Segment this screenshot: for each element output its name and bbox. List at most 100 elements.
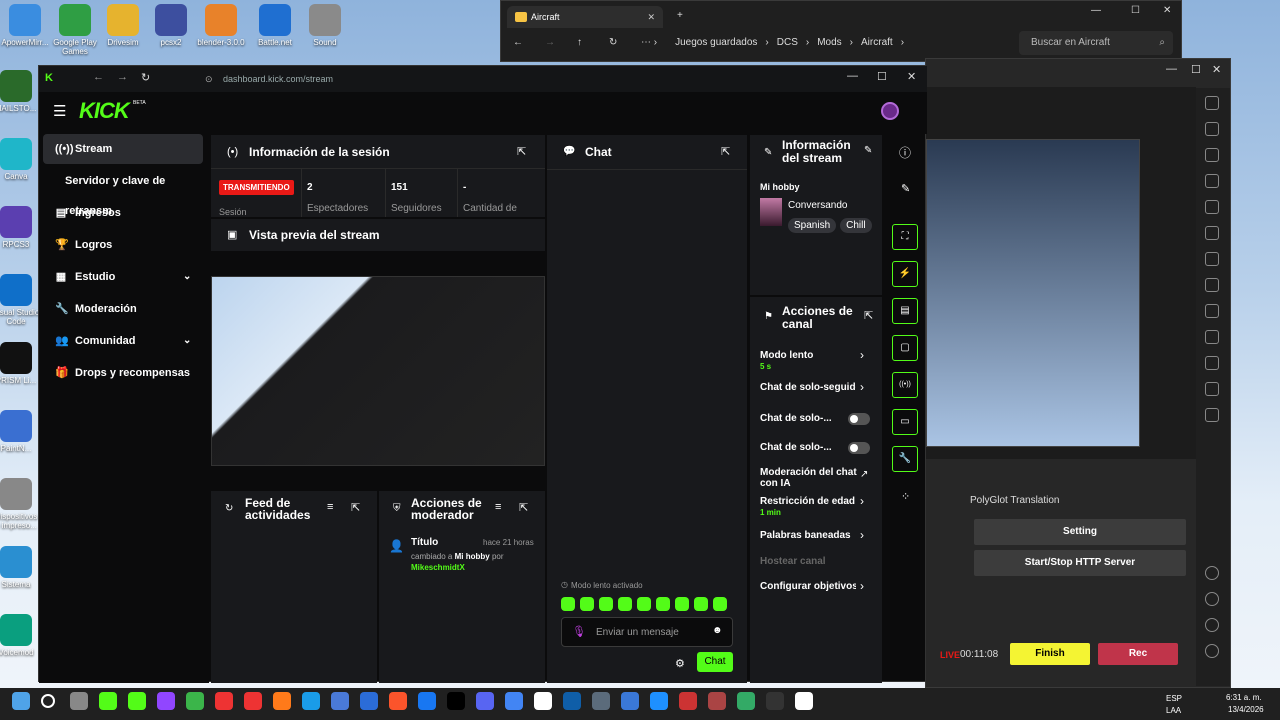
desktop-icon[interactable]: PRISM Li... [0, 342, 40, 385]
sidebar-item[interactable]: ((•)) Stream [43, 134, 203, 164]
toggle-switch[interactable] [848, 442, 870, 454]
desktop-icon[interactable]: Sound [295, 4, 355, 47]
maximize-icon[interactable]: ☐ [1131, 5, 1140, 16]
taskbar-app-icon[interactable] [360, 692, 378, 710]
finish-button[interactable]: Finish [1010, 643, 1090, 665]
reload-icon[interactable]: ↻ [141, 71, 150, 84]
heart-icon[interactable] [1205, 330, 1219, 344]
desktop-icon[interactable]: Voicemod [0, 614, 40, 657]
edit-icon[interactable]: ✎ [901, 182, 910, 195]
taskbar-app-icon[interactable] [128, 692, 146, 710]
chat-input[interactable]: 🎙 Enviar un mensaje ☻ [561, 617, 733, 647]
taskbar-app-icon[interactable] [621, 692, 639, 710]
channel-action-item[interactable]: Chat de solo-seguido › [760, 380, 878, 404]
taskbar-app-icon[interactable] [302, 692, 320, 710]
plugin-icon[interactable] [1205, 252, 1219, 266]
sidebar-item[interactable]: 🎁 Drops y recompensas [43, 358, 203, 388]
emote-icon[interactable] [694, 597, 708, 611]
desktop-icon[interactable]: RPCS3 [0, 206, 40, 249]
chevron-right-icon[interactable]: › [860, 579, 864, 593]
sidebar-item[interactable]: ▤ Ingresos [43, 198, 203, 228]
screenshot-icon[interactable]: ⛶ [892, 224, 918, 250]
gear-icon[interactable] [1205, 644, 1219, 658]
taskbar-app-icon[interactable] [418, 692, 436, 710]
refresh-icon[interactable]: ↻ [609, 37, 617, 48]
chat-send-button[interactable]: Chat [697, 652, 733, 672]
close-tab-icon[interactable]: ✕ [647, 6, 655, 28]
settings-icon[interactable]: ⚙ [675, 657, 685, 670]
channel-action-item[interactable]: Moderación del chat con IA ↗ [760, 467, 878, 491]
explorer-tab[interactable]: Aircraft ✕ [507, 6, 663, 28]
explorer-search[interactable]: Buscar en Aircraft ⌕ [1019, 31, 1173, 55]
taskbar-app-icon[interactable] [679, 692, 697, 710]
taskbar-app-icon[interactable] [244, 692, 262, 710]
back-icon[interactable]: ← [513, 37, 523, 48]
mic-icon[interactable]: 🎙 [572, 625, 586, 638]
breadcrumb-item[interactable]: Juegos guardados [675, 37, 757, 48]
alert-icon[interactable] [1205, 592, 1219, 606]
obs-close-icon[interactable]: ✕ [1212, 63, 1221, 76]
camera-icon[interactable] [1205, 226, 1219, 240]
desktop-icon[interactable]: Visual Studio Code [0, 274, 40, 326]
new-tab-icon[interactable]: + [677, 10, 683, 21]
chevron-right-icon[interactable]: › [860, 348, 864, 362]
search-icon[interactable] [41, 694, 55, 708]
rec-button[interactable]: Rec [1098, 643, 1178, 665]
sidebar-item[interactable]: ▦ Estudio ⌄ [43, 262, 203, 292]
channel-action-item[interactable]: Chat de solo-... [760, 413, 878, 435]
address-bar[interactable]: ⊙ dashboard.kick.com/stream [199, 70, 509, 88]
desktop-icon[interactable]: PaintN... [0, 410, 40, 453]
battery-icon[interactable] [1205, 408, 1219, 422]
desktop-icon[interactable]: Sistema [0, 546, 40, 589]
gamepad-icon[interactable] [1205, 566, 1219, 580]
chevron-down-icon[interactable]: ⌄ [183, 262, 191, 292]
tag-chip[interactable]: Chill [840, 218, 872, 233]
taskbar-app-icon[interactable] [99, 692, 117, 710]
expand-icon[interactable]: ⇱ [519, 501, 528, 514]
sidebar-item[interactable]: 🏆 Logros [43, 230, 203, 260]
forward-icon[interactable]: → [545, 37, 555, 48]
lang-indicator[interactable]: ESP [1166, 694, 1182, 703]
minimize-icon[interactable]: — [1091, 5, 1101, 16]
chevron-down-icon[interactable]: ⌄ [183, 326, 191, 356]
minimize-icon[interactable]: — [847, 70, 858, 82]
emoji-icon[interactable]: ☻ [712, 625, 723, 636]
clock-date[interactable]: 13/4/2026 [1228, 705, 1264, 714]
forward-icon[interactable]: → [117, 71, 128, 83]
music-icon[interactable] [1205, 382, 1219, 396]
chevron-right-icon[interactable]: › [860, 528, 864, 542]
taskbar-app-icon[interactable] [389, 692, 407, 710]
document-icon[interactable]: ▤ [892, 298, 918, 324]
breadcrumb-item[interactable]: Aircraft [861, 37, 893, 48]
taskbar-app-icon[interactable] [157, 692, 175, 710]
help-icon[interactable] [1205, 618, 1219, 632]
video-icon[interactable]: ▭ [892, 409, 918, 435]
taskbar-app-icon[interactable] [273, 692, 291, 710]
taskbar-app-icon[interactable] [563, 692, 581, 710]
kick-logo[interactable]: KICK [79, 98, 130, 124]
breadcrumb-item[interactable]: Mods [817, 37, 841, 48]
chevron-right-icon[interactable]: › [860, 494, 864, 508]
channel-action-item[interactable]: Chat de solo-... [760, 442, 878, 464]
tag-icon[interactable] [1205, 356, 1219, 370]
lightning-icon[interactable]: ⚡ [892, 261, 918, 287]
taskbar-app-icon[interactable] [505, 692, 523, 710]
channel-action-item[interactable]: Hostear canal [760, 556, 878, 578]
avatar[interactable] [881, 102, 899, 120]
external-link-icon[interactable]: ↗ [860, 469, 868, 480]
close-icon[interactable]: ✕ [907, 70, 916, 83]
maximize-icon[interactable]: ☐ [877, 70, 887, 83]
channel-action-item[interactable]: Restricción de edad 1 min › [760, 494, 878, 518]
desktop-icon[interactable]: Canva [0, 138, 40, 181]
expand-icon[interactable]: ⇱ [351, 501, 360, 514]
up-icon[interactable]: ↑ [577, 37, 582, 48]
emote-icon[interactable] [618, 597, 632, 611]
edit-icon[interactable]: ✎ [864, 145, 872, 156]
wrench-icon[interactable]: 🔧 [892, 446, 918, 472]
taskbar-app-icon[interactable] [186, 692, 204, 710]
taskbar-app-icon[interactable] [795, 692, 813, 710]
expand-icon[interactable]: ⇱ [864, 309, 873, 322]
taskbar-app-icon[interactable] [737, 692, 755, 710]
stream-preview-video[interactable] [211, 276, 545, 466]
crumb-overflow[interactable]: ⋯ › [641, 37, 657, 48]
